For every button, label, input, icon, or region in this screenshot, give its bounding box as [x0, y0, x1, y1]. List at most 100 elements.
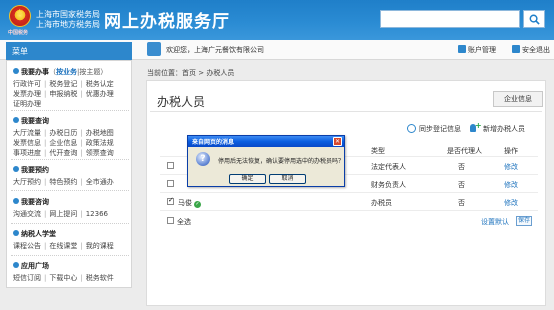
menu-link[interactable]: 网上提问	[49, 209, 77, 219]
breadcrumb-home-link[interactable]: 首页	[182, 69, 196, 77]
tax-emblem-icon	[9, 5, 31, 27]
menu-divider	[11, 110, 129, 111]
sync-icon	[407, 124, 416, 133]
row-checkbox[interactable]	[167, 180, 174, 187]
menu-link[interactable]: 短信订阅	[13, 273, 41, 283]
menu-link[interactable]: 优惠办理	[86, 89, 114, 99]
by-topic-link[interactable]: 按主题	[79, 68, 100, 76]
menu-link[interactable]: 沟通交流	[13, 209, 41, 219]
menu-link[interactable]: 行政许可	[13, 79, 41, 89]
menu-link[interactable]: 全市通办	[86, 177, 114, 187]
table-cell-type: 法定代表人	[371, 163, 406, 171]
bullet-icon	[13, 117, 19, 123]
logout-link[interactable]: 安全退出	[512, 45, 550, 55]
menu-divider	[11, 255, 129, 256]
column-header-action: 操作	[504, 147, 518, 155]
edit-link[interactable]: 修改	[504, 180, 518, 190]
logout-label: 安全退出	[522, 46, 550, 54]
sync-registration-button[interactable]: 同步登记信息	[407, 124, 461, 134]
add-user-icon	[470, 121, 482, 133]
table-cell-type: 财务负责人	[371, 181, 406, 189]
menu-link[interactable]: 我的课程	[86, 241, 114, 251]
menu-link[interactable]: 企业信息	[49, 138, 77, 148]
bullet-icon	[13, 230, 19, 236]
menu-section-title: 我要预约	[13, 165, 117, 175]
question-icon: ?	[196, 152, 210, 166]
menu-link[interactable]: 政策法规	[86, 138, 114, 148]
breadcrumb: 当前位置：首页 > 办税人员	[147, 69, 235, 77]
menu-link[interactable]: 大厅流量	[13, 128, 41, 138]
menu-link[interactable]: 办税地图	[86, 128, 114, 138]
menu-section-title: 应用广场	[13, 261, 117, 271]
edit-link[interactable]: 修改	[504, 162, 518, 172]
chinatax-logo-text: 中国税务	[8, 30, 29, 36]
business-info-button[interactable]: 企业信息	[493, 91, 543, 107]
cancel-button[interactable]: 取消	[269, 174, 306, 184]
table-row-divider	[160, 192, 538, 193]
page-title: 办税人员	[157, 95, 206, 109]
account-management-label: 账户管理	[468, 46, 496, 54]
search-button[interactable]	[523, 10, 545, 28]
close-icon[interactable]: ✕	[333, 137, 342, 146]
row-checkbox[interactable]	[167, 196, 174, 205]
search-icon	[529, 14, 540, 25]
table-cell-agent: 否	[458, 163, 465, 171]
menu-link[interactable]: 领票查询	[86, 148, 114, 158]
menu-divider	[11, 223, 129, 224]
table-cell-type: 办税员	[371, 199, 392, 207]
menu-section-title: 我要查询	[13, 116, 117, 126]
column-header-agent: 是否代理人	[447, 147, 482, 155]
menu-section-consult: 我要咨询 沟通交流 | 网上提问 | 12366	[13, 197, 111, 219]
menu-link[interactable]: 发票信息	[13, 138, 41, 148]
menu-link[interactable]: 办税日历	[49, 128, 77, 138]
logout-icon	[512, 45, 520, 53]
menu-link[interactable]: 课程公告	[13, 241, 41, 251]
menu-section-do: 我要办事（按业务|按主题） 行政许可 | 税务登记 | 税务认定 发票办理 | 申报纳税 | 优…	[13, 67, 117, 109]
menu-link[interactable]: 税务登记	[49, 79, 77, 89]
edit-link[interactable]: 修改	[504, 198, 518, 208]
menu-divider	[11, 159, 129, 160]
by-business-link[interactable]: 按业务	[56, 68, 77, 76]
account-icon	[458, 45, 466, 53]
table-cell-agent: 否	[458, 181, 465, 189]
site-title: 网上办税服务厅	[104, 12, 230, 32]
bullet-icon	[13, 68, 19, 74]
menu-link[interactable]: 下载中心	[49, 273, 77, 283]
menu-section-school: 纳税人学堂 课程公告 | 在线课堂 | 我的课程	[13, 229, 117, 251]
welcome-text: 欢迎您，上海广元餐饮有限公司	[166, 46, 264, 54]
menu-link[interactable]: 发票办理	[13, 89, 41, 99]
menu-section-appointment: 我要预约 大厅预约 | 特色预约 | 全市通办	[13, 165, 117, 187]
save-button[interactable]: 保存	[516, 216, 532, 226]
row-checkbox[interactable]	[167, 162, 174, 169]
user-icon	[147, 42, 161, 56]
account-management-link[interactable]: 账户管理	[458, 45, 496, 55]
breadcrumb-current: 办税人员	[206, 69, 235, 77]
main-panel	[146, 80, 546, 306]
menu-link[interactable]: 税务软件	[86, 273, 114, 283]
menu-link[interactable]: 证明办理	[13, 99, 41, 109]
menu-link[interactable]: 在线课堂	[49, 241, 77, 251]
search-input[interactable]	[380, 10, 520, 28]
menu-header: 菜单	[6, 42, 132, 60]
menu-link[interactable]: 大厅预约	[13, 177, 41, 187]
table-row-divider	[160, 210, 538, 211]
menu-link[interactable]: 代开查询	[49, 148, 77, 158]
add-tax-officer-button[interactable]: 新增办税人员	[470, 121, 525, 134]
menu-link[interactable]: 事项进度	[13, 148, 41, 158]
confirm-dialog: 来自网页的消息 ✕ ? 停用后无法恢复，确认要停用选中的办税员吗？ 确定 取消	[187, 135, 345, 187]
menu-link[interactable]: 特色预约	[49, 177, 77, 187]
bullet-icon	[13, 198, 19, 204]
set-default-link[interactable]: 设置默认	[481, 217, 509, 227]
menu-link[interactable]: 税务认定	[86, 79, 114, 89]
ok-button[interactable]: 确定	[229, 174, 266, 184]
menu-section-query: 我要查询 大厅流量 | 办税日历 | 办税地图 发票信息 | 企业信息 | 政策法规 事项进度 |…	[13, 116, 117, 158]
menu-link[interactable]: 12366	[86, 209, 108, 219]
menu-link[interactable]: 申报纳税	[49, 89, 77, 99]
table-cell-agent: 否	[458, 199, 465, 207]
bullet-icon	[13, 166, 19, 172]
dialog-message: 停用后无法恢复，确认要停用选中的办税员吗？	[218, 158, 345, 165]
menu-section-title: 我要办事（按业务|按主题）	[13, 67, 117, 77]
select-all-checkbox[interactable]	[167, 217, 174, 224]
title-divider	[150, 111, 542, 112]
menu-section-title: 纳税人学堂	[13, 229, 117, 239]
